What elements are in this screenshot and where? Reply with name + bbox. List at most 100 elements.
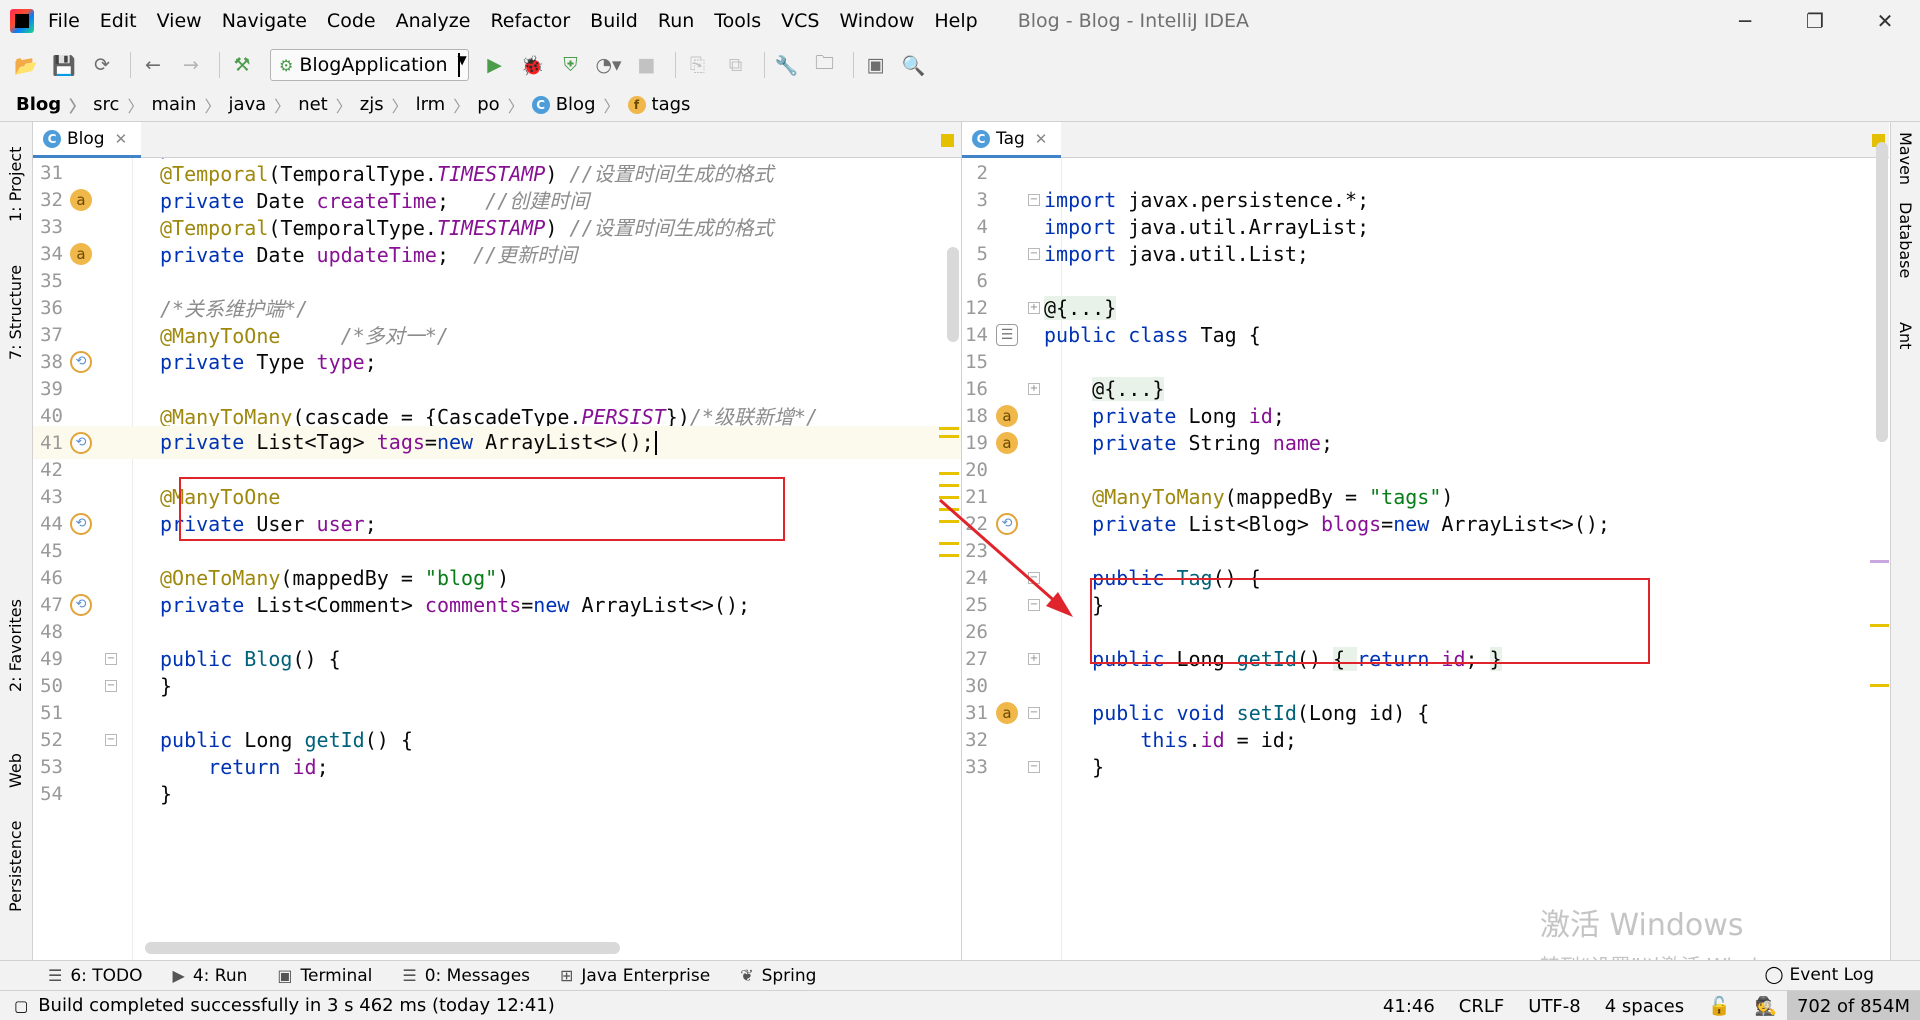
tool-window-spring[interactable]: ❦ Spring: [740, 966, 816, 986]
relation-gutter-icon[interactable]: ⟲: [996, 512, 1018, 535]
tool-window-0-messages[interactable]: ☰ 0: Messages: [402, 966, 530, 986]
sync-icon[interactable]: ⟳: [86, 49, 118, 81]
build-icon[interactable]: ⚒: [226, 49, 258, 81]
event-log-button[interactable]: ◯ Event Log: [1765, 965, 1875, 985]
settings-icon[interactable]: 🔧: [771, 49, 803, 81]
vertical-scrollbar[interactable]: [947, 247, 959, 342]
breadcrumb-item[interactable]: main 〉: [151, 93, 228, 117]
tool-tab-structure[interactable]: 7: Structure: [6, 265, 25, 360]
terminal-icon[interactable]: ▣: [860, 49, 892, 81]
status-message[interactable]: ▢ Build completed successfully in 3 s 46…: [14, 995, 555, 1016]
fold-toggle-icon[interactable]: −: [105, 652, 117, 665]
tool-tab-maven[interactable]: Maven: [1896, 132, 1915, 185]
fold-toggle-icon[interactable]: −: [1028, 760, 1040, 773]
menu-window[interactable]: Window: [839, 10, 914, 32]
file-encoding[interactable]: UTF-8: [1528, 996, 1580, 1017]
menu-edit[interactable]: Edit: [100, 10, 137, 32]
caret-position[interactable]: 41:46: [1383, 996, 1435, 1017]
fold-toggle-icon[interactable]: +: [1028, 382, 1040, 395]
fold-toggle-icon[interactable]: −: [1028, 571, 1040, 584]
coverage-icon[interactable]: ⛨: [555, 49, 587, 81]
database-gutter-icon[interactable]: ☰: [996, 323, 1018, 346]
stop-icon[interactable]: ■: [631, 49, 663, 81]
fold-toggle-icon[interactable]: −: [1028, 247, 1040, 260]
breadcrumb-item[interactable]: src 〉: [93, 93, 151, 117]
code-line[interactable]: 54}: [33, 777, 961, 810]
memory-indicator[interactable]: 702 of 854M: [1786, 991, 1920, 1020]
breadcrumb-item[interactable]: po 〉: [477, 93, 531, 117]
breadcrumb-item[interactable]: C Blog 〉: [531, 93, 628, 117]
lock-icon[interactable]: 🔓: [1708, 996, 1730, 1017]
fold-toggle-icon[interactable]: −: [105, 679, 117, 692]
tool-window-terminal[interactable]: ▣ Terminal: [277, 966, 372, 986]
menu-analyze[interactable]: Analyze: [396, 10, 471, 32]
deploy-icon[interactable]: ⧉: [720, 49, 752, 81]
relation-gutter-icon[interactable]: ⟲: [70, 350, 92, 373]
tool-window-4-run[interactable]: ▶ 4: Run: [173, 966, 248, 986]
vertical-scrollbar[interactable]: [1876, 142, 1888, 442]
save-icon[interactable]: 💾: [48, 49, 80, 81]
tab-blog[interactable]: C Blog ✕: [33, 122, 142, 158]
run-config-select[interactable]: ⚙ BlogApplication ▼: [270, 49, 469, 81]
menu-refactor[interactable]: Refactor: [490, 10, 570, 32]
inspector-icon[interactable]: 🕵: [1755, 996, 1777, 1017]
annotation-gutter-icon[interactable]: a: [70, 188, 92, 211]
breadcrumb-item[interactable]: f tags: [627, 94, 690, 115]
menu-help[interactable]: Help: [934, 10, 977, 32]
tool-tab-project[interactable]: 1: Project: [6, 147, 25, 222]
fold-toggle-icon[interactable]: −: [1028, 706, 1040, 719]
tool-tab-web[interactable]: Web: [6, 753, 25, 788]
fold-toggle-icon[interactable]: −: [105, 733, 117, 746]
open-icon[interactable]: 📂: [10, 49, 42, 81]
breadcrumb-item[interactable]: zjs 〉: [360, 93, 416, 117]
annotation-gutter-icon[interactable]: a: [70, 242, 92, 265]
tool-tab-favorites[interactable]: 2: Favorites: [6, 599, 25, 692]
search-icon[interactable]: 🔍: [898, 49, 930, 81]
menu-code[interactable]: Code: [327, 10, 376, 32]
breadcrumb-item[interactable]: java 〉: [228, 93, 298, 117]
tool-window-6-todo[interactable]: ☰ 6: TODO: [48, 966, 143, 986]
tool-tab-ant[interactable]: Ant: [1896, 322, 1915, 349]
profile-icon[interactable]: ◔▾: [593, 49, 625, 81]
fold-toggle-icon[interactable]: +: [1028, 301, 1040, 314]
code-editor[interactable]: 30aprivate boolean recommend; //推荐31@Tem…: [33, 158, 961, 960]
breadcrumb-item[interactable]: Blog 〉: [16, 93, 93, 117]
breadcrumb-item[interactable]: lrm 〉: [416, 93, 478, 117]
close-tab-icon[interactable]: ✕: [115, 130, 128, 148]
relation-gutter-icon[interactable]: ⟲: [70, 512, 92, 535]
line-separator[interactable]: CRLF: [1459, 996, 1504, 1017]
minimize-button[interactable]: ─: [1710, 0, 1780, 42]
tool-window-java-enterprise[interactable]: ⊞ Java Enterprise: [560, 966, 710, 986]
indent-setting[interactable]: 4 spaces: [1605, 996, 1684, 1017]
run-icon[interactable]: ▶: [479, 49, 511, 81]
update-icon[interactable]: ⎘: [682, 49, 714, 81]
breadcrumb-item[interactable]: net 〉: [298, 93, 360, 117]
tool-tab-persistence[interactable]: Persistence: [6, 820, 25, 912]
menu-build[interactable]: Build: [590, 10, 638, 32]
menu-view[interactable]: View: [157, 10, 202, 32]
relation-gutter-icon[interactable]: ⟲: [70, 593, 92, 616]
project-structure-icon[interactable]: 🗀: [809, 49, 841, 81]
tab-tag[interactable]: C Tag ✕: [962, 122, 1062, 158]
status-toggle-icon[interactable]: ▢: [14, 997, 28, 1015]
menu-vcs[interactable]: VCS: [781, 10, 819, 32]
menu-file[interactable]: File: [48, 10, 80, 32]
menu-navigate[interactable]: Navigate: [222, 10, 307, 32]
code-editor[interactable]: 1package net.zjs.lrm.po;23−import javax.…: [962, 158, 1889, 960]
menu-run[interactable]: Run: [658, 10, 694, 32]
annotation-gutter-icon[interactable]: a: [996, 431, 1018, 454]
back-icon[interactable]: ←: [137, 49, 169, 81]
menu-tools[interactable]: Tools: [714, 10, 761, 32]
tool-tab-database[interactable]: Database: [1896, 202, 1915, 278]
annotation-gutter-icon[interactable]: a: [996, 404, 1018, 427]
debug-icon[interactable]: 🐞: [517, 49, 549, 81]
fold-toggle-icon[interactable]: −: [1028, 193, 1040, 206]
annotation-gutter-icon[interactable]: a: [996, 701, 1018, 724]
close-tab-icon[interactable]: ✕: [1035, 130, 1048, 148]
horizontal-scrollbar[interactable]: [145, 942, 620, 954]
close-window-button[interactable]: ✕: [1850, 0, 1920, 42]
relation-gutter-icon[interactable]: ⟲: [70, 431, 92, 454]
fold-toggle-icon[interactable]: +: [1028, 652, 1040, 665]
code-line[interactable]: 33 − }: [962, 750, 1889, 783]
forward-icon[interactable]: →: [175, 49, 207, 81]
